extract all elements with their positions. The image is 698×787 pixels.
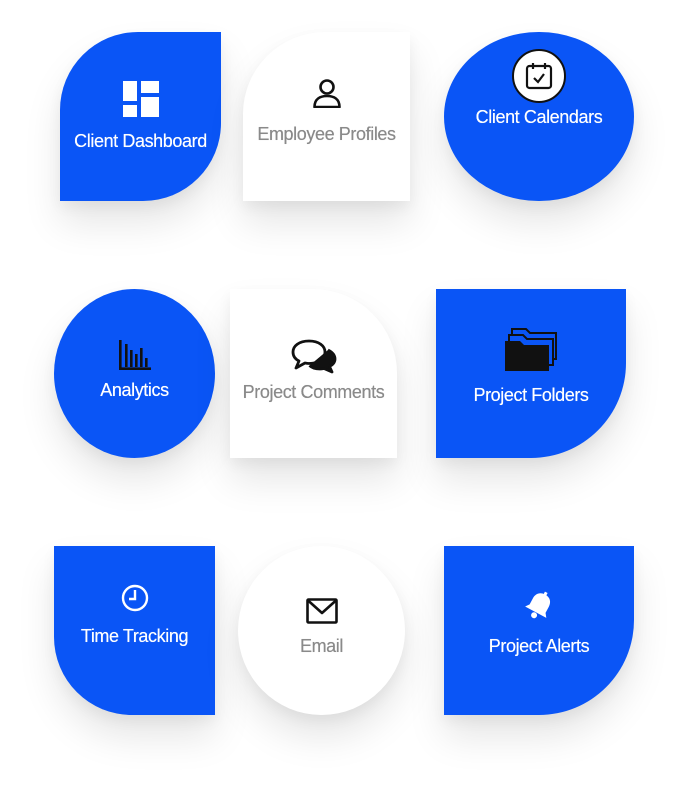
tile-label: Employee Profiles [257, 124, 396, 144]
envelope-icon [305, 598, 338, 624]
comments-icon [291, 338, 337, 374]
tile-project-alerts[interactable]: Project Alerts [444, 546, 634, 715]
tile-time-tracking[interactable]: Time Tracking [54, 546, 215, 715]
tile-client-calendars[interactable]: Client Calendars [444, 32, 634, 201]
tile-label: Project Folders [473, 385, 589, 405]
tile-project-folders[interactable]: Project Folders [436, 289, 626, 458]
tile-analytics[interactable]: Analytics [54, 289, 215, 458]
user-icon [312, 78, 342, 108]
tile-label: Analytics [100, 380, 169, 400]
tile-label: Project Alerts [488, 636, 590, 656]
bell-icon [523, 590, 555, 622]
tile-label: Client Dashboard [74, 131, 207, 151]
dashboard-icon [122, 81, 159, 117]
folders-icon [504, 327, 558, 371]
tile-label: Email [299, 636, 343, 656]
tile-project-comments[interactable]: Project Comments [230, 289, 397, 458]
calendar-check-icon [512, 49, 566, 103]
bar-chart-icon [118, 340, 151, 370]
tile-employee-profiles[interactable]: Employee Profiles [243, 32, 410, 201]
clock-icon [121, 584, 149, 612]
tile-label: Project Comments [242, 382, 385, 402]
tile-label: Time Tracking [80, 626, 189, 646]
tile-client-dashboard[interactable]: Client Dashboard [60, 32, 221, 201]
tile-email[interactable]: Email [238, 546, 405, 715]
tile-label: Client Calendars [475, 107, 603, 127]
